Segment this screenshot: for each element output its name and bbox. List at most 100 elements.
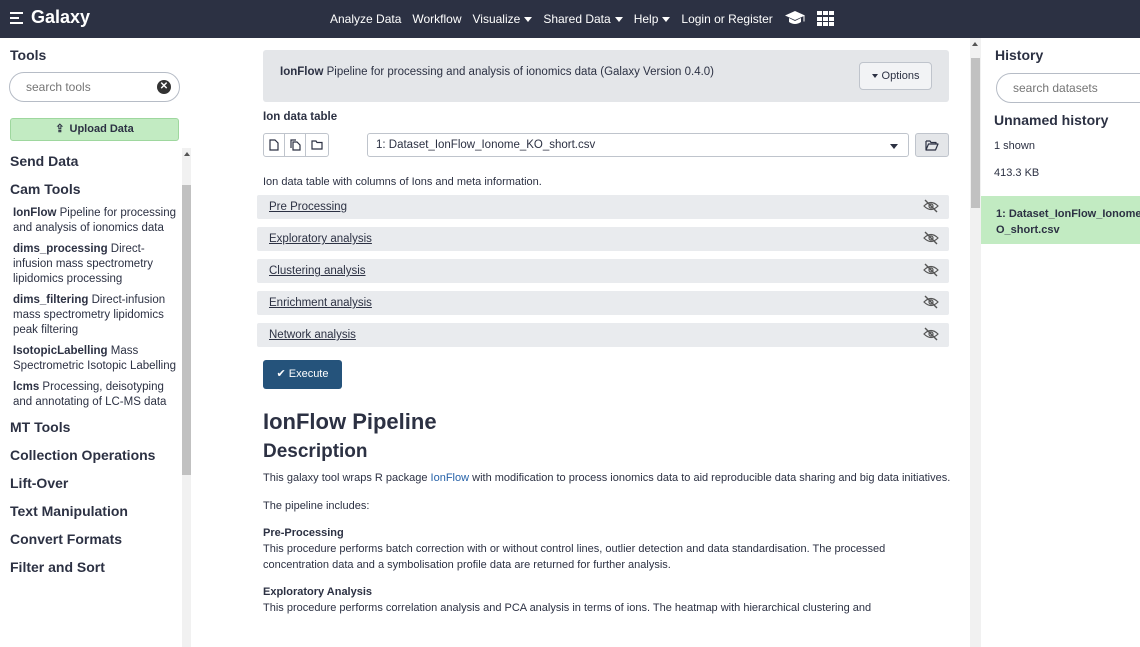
section-send-data[interactable]: Send Data: [10, 150, 178, 178]
tool-dims-filtering[interactable]: dims_filtering Direct-infusion mass spec…: [10, 293, 178, 338]
upload-data-label: Upload Data: [69, 123, 134, 135]
history-search-box: [996, 73, 1140, 103]
check-icon: ✔: [276, 368, 286, 380]
browse-datasets-button[interactable]: [915, 133, 949, 157]
graduation-cap-icon[interactable]: [784, 10, 806, 29]
doc-paragraph-intro: This galaxy tool wraps R package IonFlow…: [263, 470, 953, 486]
tool-help-doc: IonFlow Pipeline Description This galaxy…: [263, 406, 953, 628]
doc-paragraph-preprocessing: This procedure performs batch correction…: [263, 543, 886, 571]
eye-slash-icon[interactable]: [923, 327, 939, 341]
history-shown-count[interactable]: 1 shown: [994, 140, 1035, 152]
tool-form-tool-name: IonFlow: [280, 66, 324, 78]
execute-button[interactable]: ✔ Execute: [263, 360, 342, 389]
section-pre-processing[interactable]: Pre Processing: [257, 195, 949, 219]
section-enrichment-analysis[interactable]: Enrichment analysis: [257, 291, 949, 315]
brand-title: Galaxy: [31, 7, 91, 27]
section-clustering-analysis[interactable]: Clustering analysis: [257, 259, 949, 283]
masthead: Galaxy Analyze Data Workflow Visualize S…: [0, 0, 1140, 38]
nav-shared-data[interactable]: Shared Data: [543, 12, 622, 26]
scrollbar-thumb[interactable]: [182, 185, 191, 475]
tool-dims-processing[interactable]: dims_processing Direct-infusion mass spe…: [10, 242, 178, 287]
single-dataset-icon[interactable]: [263, 133, 285, 157]
doc-text: with modification to process ionomics da…: [469, 472, 951, 484]
tool-name: lcms: [13, 381, 40, 393]
eye-slash-icon[interactable]: [923, 199, 939, 213]
section-lift-over[interactable]: Lift-Over: [10, 472, 178, 500]
doc-paragraph-exploratory: This procedure performs correlation anal…: [263, 602, 872, 614]
open-folder-icon: [925, 139, 939, 151]
history-name[interactable]: Unnamed history: [994, 112, 1108, 128]
center-scrollbar[interactable]: [970, 38, 981, 647]
section-cam-tools[interactable]: Cam Tools: [10, 178, 178, 206]
multiple-datasets-icon[interactable]: [284, 133, 306, 157]
tool-lcms[interactable]: lcms Processing, deisotyping and annotat…: [10, 380, 178, 410]
dataset-title-line2: O_short.csv: [996, 224, 1060, 236]
tool-panel: Tools ✕ ⇪ Upload Data Send Data Cam Tools…: [0, 38, 193, 647]
scroll-up-arrow-icon[interactable]: [972, 42, 978, 46]
section-text-manipulation[interactable]: Text Manipulation: [10, 500, 178, 528]
scroll-up-arrow-icon[interactable]: [184, 152, 190, 156]
ion-data-table-label: Ion data table: [263, 111, 338, 123]
clear-search-icon[interactable]: ✕: [157, 80, 171, 94]
eye-slash-icon[interactable]: [923, 263, 939, 277]
tool-name: dims_processing: [13, 243, 108, 255]
options-dropdown-button[interactable]: Options: [859, 62, 932, 90]
upload-data-button[interactable]: ⇪ Upload Data: [10, 118, 179, 141]
eye-slash-icon[interactable]: [923, 231, 939, 245]
section-filter-and-sort[interactable]: Filter and Sort: [10, 556, 178, 584]
input-source-buttons: [263, 133, 329, 157]
nav-visualize[interactable]: Visualize: [473, 12, 533, 26]
ion-data-table-help: Ion data table with columns of Ions and …: [263, 176, 542, 188]
tool-search-input[interactable]: [24, 73, 154, 101]
ionflow-link[interactable]: IonFlow: [431, 472, 470, 484]
tool-search-box: ✕: [9, 72, 180, 102]
history-panel: History Unnamed history 1 shown 413.3 KB…: [981, 38, 1140, 647]
history-dataset-item[interactable]: 1: Dataset_IonFlow_Ionome_K O_short.csv: [981, 196, 1140, 244]
tool-isotopic-labelling[interactable]: IsotopicLabelling Mass Spectrometric Iso…: [10, 344, 178, 374]
main-nav: Analyze Data Workflow Visualize Shared D…: [330, 0, 835, 38]
scrollbar-thumb[interactable]: [971, 58, 980, 208]
nav-help[interactable]: Help: [634, 12, 671, 26]
center-panel: IonFlow Pipeline for processing and anal…: [193, 38, 968, 647]
section-label: Network analysis: [269, 329, 356, 341]
section-label: Enrichment analysis: [269, 297, 372, 309]
doc-paragraph-includes: The pipeline includes:: [263, 500, 370, 512]
dataset-title: 1: Dataset_IonFlow_Ionome_K O_short.csv: [996, 206, 1140, 238]
dataset-collection-icon[interactable]: [305, 133, 329, 157]
galaxy-logo-icon: [10, 10, 23, 25]
doc-text: This galaxy tool wraps R package: [263, 472, 431, 484]
tool-form-header: IonFlow Pipeline for processing and anal…: [263, 50, 949, 102]
nav-login-register[interactable]: Login or Register: [681, 12, 772, 26]
tool-ionflow[interactable]: IonFlow Pipeline for processing and anal…: [10, 206, 178, 236]
section-collection-operations[interactable]: Collection Operations: [10, 444, 178, 472]
history-title: History: [995, 47, 1044, 63]
section-network-analysis[interactable]: Network analysis: [257, 323, 949, 347]
dataset-title-line1: 1: Dataset_IonFlow_Ionome_K: [996, 208, 1140, 220]
tool-panel-title: Tools: [10, 47, 47, 63]
history-search-input[interactable]: [1011, 74, 1131, 102]
section-convert-formats[interactable]: Convert Formats: [10, 528, 178, 556]
nav-analyze-data[interactable]: Analyze Data: [330, 12, 401, 26]
section-label: Exploratory analysis: [269, 233, 372, 245]
doc-description-heading: Description: [263, 441, 368, 462]
tool-name: dims_filtering: [13, 294, 89, 306]
brand-home-link[interactable]: Galaxy: [10, 7, 90, 28]
section-mt-tools[interactable]: MT Tools: [10, 416, 178, 444]
tool-form-title: IonFlow Pipeline for processing and anal…: [280, 66, 714, 78]
tool-panel-scrollbar[interactable]: [182, 148, 191, 647]
tool-form-tool-desc: Pipeline for processing and analysis of …: [326, 66, 715, 78]
doc-subheading-preprocessing: Pre-Processing: [263, 527, 344, 539]
section-label: Clustering analysis: [269, 265, 366, 277]
tool-name: IonFlow: [13, 207, 57, 219]
section-label: Pre Processing: [269, 201, 347, 213]
apps-grid-icon[interactable]: [816, 11, 835, 27]
dataset-select[interactable]: 1: Dataset_IonFlow_Ionome_KO_short.csv: [367, 133, 909, 157]
section-exploratory-analysis[interactable]: Exploratory analysis: [257, 227, 949, 251]
eye-slash-icon[interactable]: [923, 295, 939, 309]
history-size: 413.3 KB: [994, 167, 1040, 179]
doc-title: IonFlow Pipeline: [263, 409, 437, 434]
upload-icon: ⇪: [55, 123, 65, 135]
tool-name: IsotopicLabelling: [13, 345, 108, 357]
nav-workflow[interactable]: Workflow: [412, 12, 461, 26]
execute-label: Execute: [288, 368, 329, 380]
